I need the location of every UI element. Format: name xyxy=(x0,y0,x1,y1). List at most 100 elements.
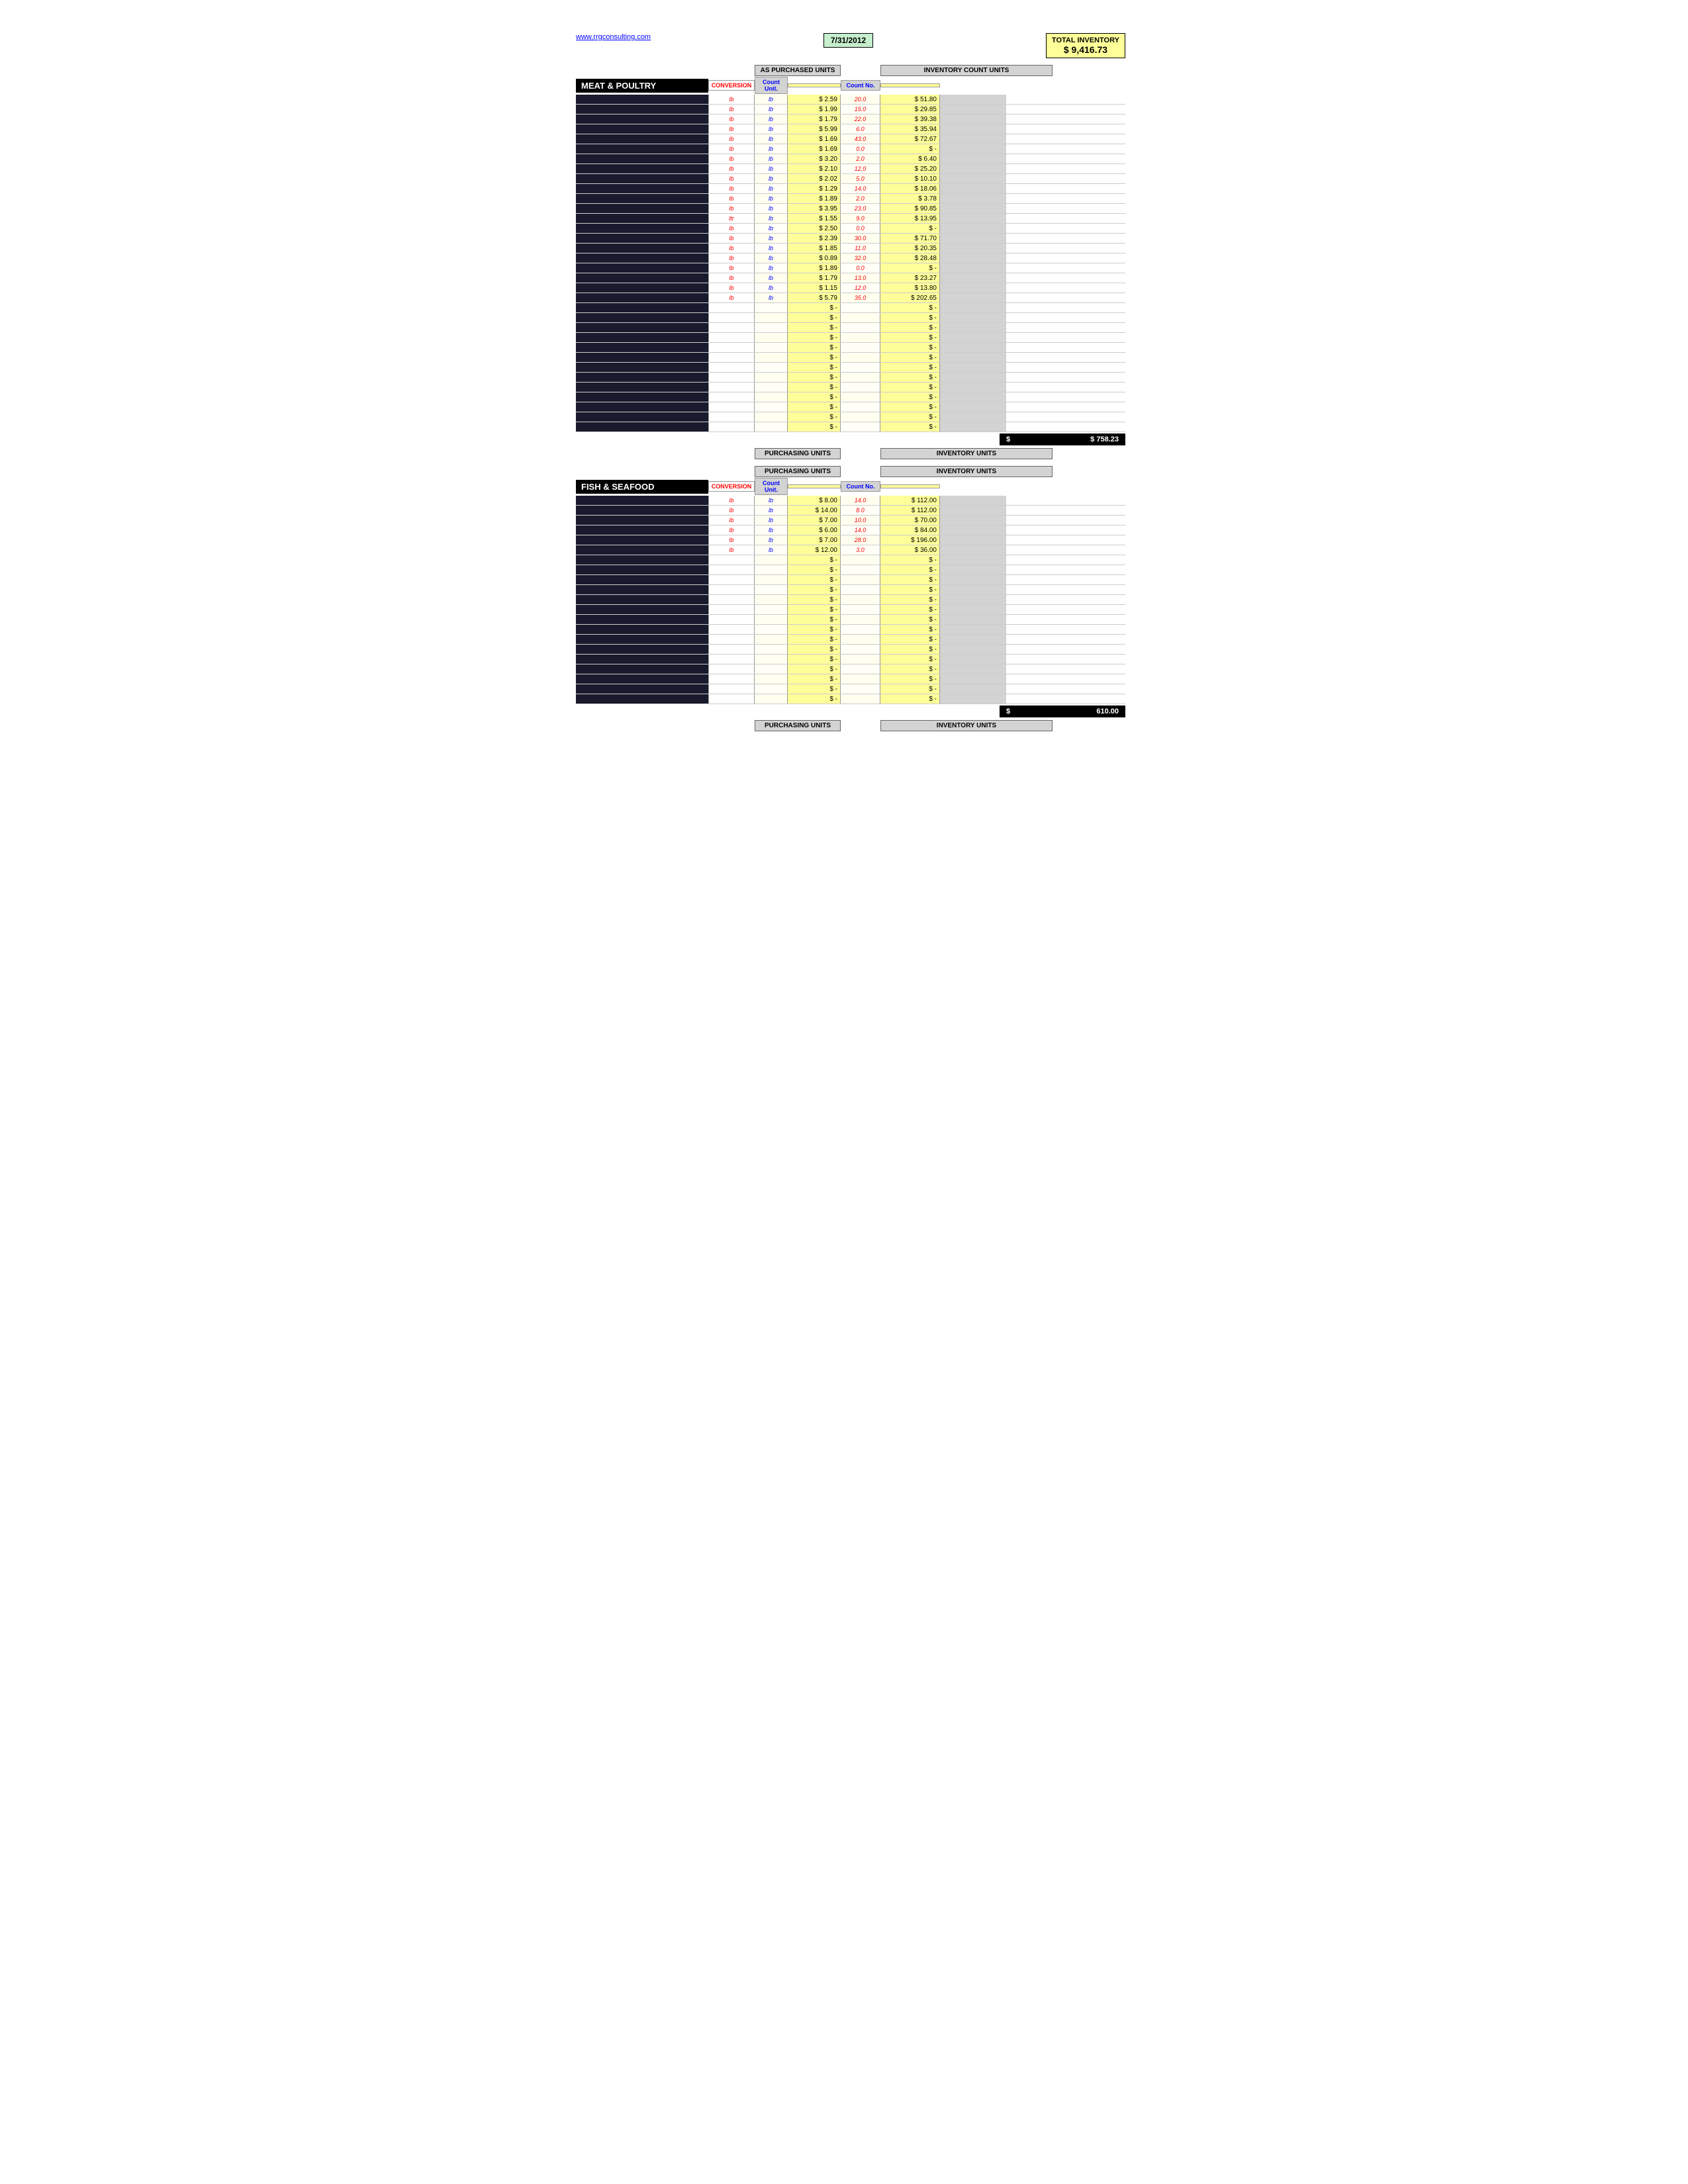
conv-cell: lb xyxy=(708,234,755,243)
item-name xyxy=(576,525,708,535)
count-unit-cell: lb xyxy=(755,214,788,223)
fish-row-17: $ - $ - xyxy=(576,664,1125,674)
item-name xyxy=(576,373,708,382)
count-unit-cell: lb xyxy=(755,204,788,213)
total-cell: $ - xyxy=(880,383,940,392)
item-name xyxy=(576,516,708,525)
meat-row-7: lb lb $ 2.10 12.0 $ 25.20 xyxy=(576,164,1125,174)
gray-cell xyxy=(940,585,1006,594)
count-unit-cell: lb xyxy=(755,253,788,263)
meat-row-19: lb lb $ 1.15 12.0 $ 13.80 xyxy=(576,283,1125,293)
conv-cell xyxy=(708,303,755,312)
count-no-cell xyxy=(841,575,880,584)
count-no-cell: 13.0 xyxy=(841,273,880,283)
meat-rows-container: lb lb $ 2.59 20.0 $ 51.80 lb lb $ 1.99 1… xyxy=(576,95,1125,432)
total-cell: $ - xyxy=(880,674,940,684)
total-cell: $ 13.95 xyxy=(880,214,940,223)
gray-cell xyxy=(940,496,1006,505)
price-cell: $ 6.00 xyxy=(788,525,841,535)
price-header-2 xyxy=(788,484,841,488)
meat-row-0: lb lb $ 2.59 20.0 $ 51.80 xyxy=(576,95,1125,105)
total-cell: $ - xyxy=(880,343,940,352)
item-name xyxy=(576,323,708,332)
website-link[interactable]: www.rrgconsulting.com xyxy=(576,33,651,41)
count-no-cell: 0.0 xyxy=(841,263,880,273)
total-cell: $ 71.70 xyxy=(880,234,940,243)
price-cell: $ - xyxy=(788,575,841,584)
item-name xyxy=(576,204,708,213)
fish-row-15: $ - $ - xyxy=(576,645,1125,655)
count-unit-cell xyxy=(755,303,788,312)
total-inventory-title: TOTAL INVENTORY xyxy=(1052,36,1119,44)
conv-cell: lb xyxy=(708,496,755,505)
count-no-cell: 12.0 xyxy=(841,164,880,173)
count-no-cell: 6.0 xyxy=(841,124,880,134)
gray-cell xyxy=(940,575,1006,584)
price-cell: $ 1.69 xyxy=(788,144,841,154)
count-no-cell: 5.0 xyxy=(841,174,880,183)
count-unit-cell: lb xyxy=(755,525,788,535)
price-cell: $ - xyxy=(788,402,841,412)
total-cell: $ - xyxy=(880,313,940,322)
gray-cell xyxy=(940,545,1006,555)
count-no-cell xyxy=(841,363,880,372)
count-no-cell xyxy=(841,555,880,565)
count-unit-cell: lb xyxy=(755,506,788,515)
meat-row-10: lb lb $ 1.89 2.0 $ 3.78 xyxy=(576,194,1125,204)
count-unit-cell xyxy=(755,363,788,372)
inventory-count-label: INVENTORY COUNT UNITS xyxy=(880,65,1053,76)
total-cell: $ 35.94 xyxy=(880,124,940,134)
gray-cell xyxy=(940,323,1006,332)
meat-row-8: lb lb $ 2.02 5.0 $ 10.10 xyxy=(576,174,1125,184)
meat-row-31: $ - $ - xyxy=(576,402,1125,412)
count-unit-cell: lb xyxy=(755,164,788,173)
item-name xyxy=(576,333,708,342)
total-cell: $ 112.00 xyxy=(880,506,940,515)
meat-row-16: lb lb $ 0.89 32.0 $ 28.48 xyxy=(576,253,1125,263)
inventory-units-top-label: INVENTORY UNITS xyxy=(880,466,1053,477)
count-unit-cell xyxy=(755,684,788,694)
header-row: www.rrgconsulting.com 7/31/2012 TOTAL IN… xyxy=(576,33,1125,58)
fish-row-16: $ - $ - xyxy=(576,655,1125,664)
count-no-cell: 35.0 xyxy=(841,293,880,302)
item-name xyxy=(576,105,708,114)
count-unit-cell: lb xyxy=(755,283,788,293)
count-unit-cell xyxy=(755,555,788,565)
meat-row-32: $ - $ - xyxy=(576,412,1125,422)
count-unit-cell: lb xyxy=(755,234,788,243)
meat-row-3: lb lb $ 5.99 6.0 $ 35.94 xyxy=(576,124,1125,134)
gray-cell xyxy=(940,363,1006,372)
conv-cell: ltr xyxy=(708,214,755,223)
gray-cell xyxy=(940,605,1006,614)
count-no-cell xyxy=(841,635,880,644)
conv-cell: lb xyxy=(708,95,755,104)
count-no-cell: 10.0 xyxy=(841,516,880,525)
count-no-cell xyxy=(841,353,880,362)
total-cell: $ 6.40 xyxy=(880,154,940,163)
fish-rows-container: lb lb $ 8.00 14.0 $ 112.00 lb lb $ 14.00… xyxy=(576,496,1125,704)
total-inventory-block: TOTAL INVENTORY $ 9,416.73 xyxy=(1046,33,1125,58)
fish-row-3: lb lb $ 6.00 14.0 $ 84.00 xyxy=(576,525,1125,535)
total-cell: $ 196.00 xyxy=(880,535,940,545)
gray-cell xyxy=(940,373,1006,382)
purchasing-units-bottom-label: PURCHASING UNITS xyxy=(755,720,841,731)
item-name xyxy=(576,565,708,574)
fish-seafood-section: PURCHASING UNITS INVENTORY UNITS FISH & … xyxy=(576,466,1125,731)
gray-cell xyxy=(940,565,1006,574)
count-no-cell: 43.0 xyxy=(841,134,880,144)
total-cell: $ - xyxy=(880,635,940,644)
item-name xyxy=(576,545,708,555)
conv-cell xyxy=(708,655,755,664)
gray-cell xyxy=(940,234,1006,243)
fish-row-2: lb lb $ 7.00 10.0 $ 70.00 xyxy=(576,516,1125,525)
count-unit-cell xyxy=(755,323,788,332)
price-cell: $ - xyxy=(788,565,841,574)
conv-cell xyxy=(708,664,755,674)
meat-row-11: lb lb $ 3.95 23.0 $ 90.85 xyxy=(576,204,1125,214)
count-no-cell xyxy=(841,412,880,422)
total-cell: $ - xyxy=(880,224,940,233)
item-name xyxy=(576,353,708,362)
total-cell: $ 84.00 xyxy=(880,525,940,535)
gray-cell xyxy=(940,114,1006,124)
conv-cell: lb xyxy=(708,174,755,183)
